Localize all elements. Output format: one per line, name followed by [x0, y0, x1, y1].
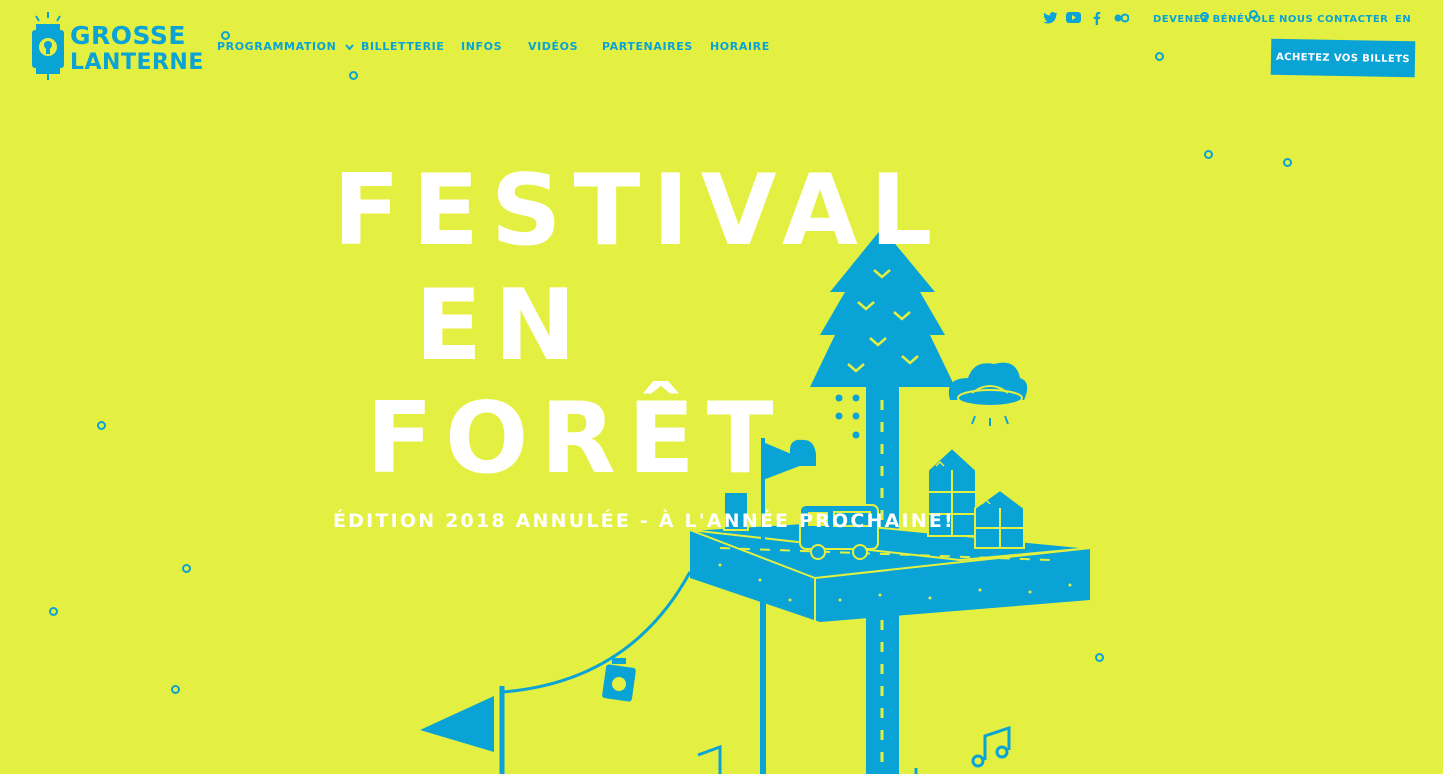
- volunteer-link[interactable]: DEVENEZ BÉNÉVOLE: [1153, 14, 1276, 25]
- rope: [501, 571, 692, 694]
- platform: [689, 520, 1091, 622]
- decor-dot: [1283, 158, 1292, 167]
- buy-tickets-button[interactable]: ACHETEZ VOS BILLETS: [1270, 38, 1416, 78]
- flag-bottom: [420, 686, 505, 774]
- language-switch[interactable]: EN: [1395, 14, 1411, 25]
- houses: [927, 446, 1025, 549]
- hero-title-line2: EN: [415, 269, 588, 383]
- decor-dot: [349, 71, 358, 80]
- decor-dot: [171, 685, 180, 694]
- decor-dot: [97, 421, 106, 430]
- decor-dot: [221, 31, 230, 40]
- nav-billetterie[interactable]: BILLETTERIE: [361, 40, 444, 53]
- decor-dot: [1155, 52, 1164, 61]
- decor-dot: [1095, 653, 1104, 662]
- youtube-icon[interactable]: [1066, 12, 1081, 24]
- nav-partenaires[interactable]: PARTENAIRES: [602, 40, 693, 53]
- dot-cluster: [835, 394, 860, 439]
- flickr-icon[interactable]: [1114, 12, 1129, 24]
- nav-horaire[interactable]: HORAIRE: [710, 40, 770, 53]
- lantern-small-icon: [602, 658, 636, 702]
- site-logo[interactable]: GROSSE LANTERNE: [30, 12, 203, 80]
- contact-link[interactable]: NOUS CONTACTER: [1279, 14, 1388, 25]
- logo-line1: GROSSE: [70, 21, 186, 50]
- facebook-icon[interactable]: [1093, 12, 1101, 25]
- music-note-icon: [697, 725, 1011, 774]
- decor-dot: [182, 564, 191, 573]
- chevron-down-icon: [345, 43, 354, 51]
- hero-title-line1: FESTIVAL: [333, 154, 945, 268]
- decor-dot: [49, 607, 58, 616]
- lantern-logo-icon: [32, 12, 64, 80]
- nav-programmation[interactable]: PROGRAMMATION: [217, 40, 354, 53]
- decor-dot: [1204, 150, 1213, 159]
- twitter-icon[interactable]: [1043, 12, 1057, 24]
- nav-infos[interactable]: INFOS: [461, 40, 502, 53]
- ufo-cloud: [948, 362, 1028, 426]
- logo-line2: LANTERNE: [70, 50, 204, 75]
- hero-subtitle: ÉDITION 2018 ANNULÉE - À L'ANNÉE PROCHAI…: [333, 510, 955, 532]
- nav-videos[interactable]: VIDÉOS: [528, 40, 578, 53]
- hero-title-line3: FORÊT: [366, 382, 786, 496]
- support-pole: [760, 600, 766, 774]
- nav-programmation-label: PROGRAMMATION: [217, 40, 337, 53]
